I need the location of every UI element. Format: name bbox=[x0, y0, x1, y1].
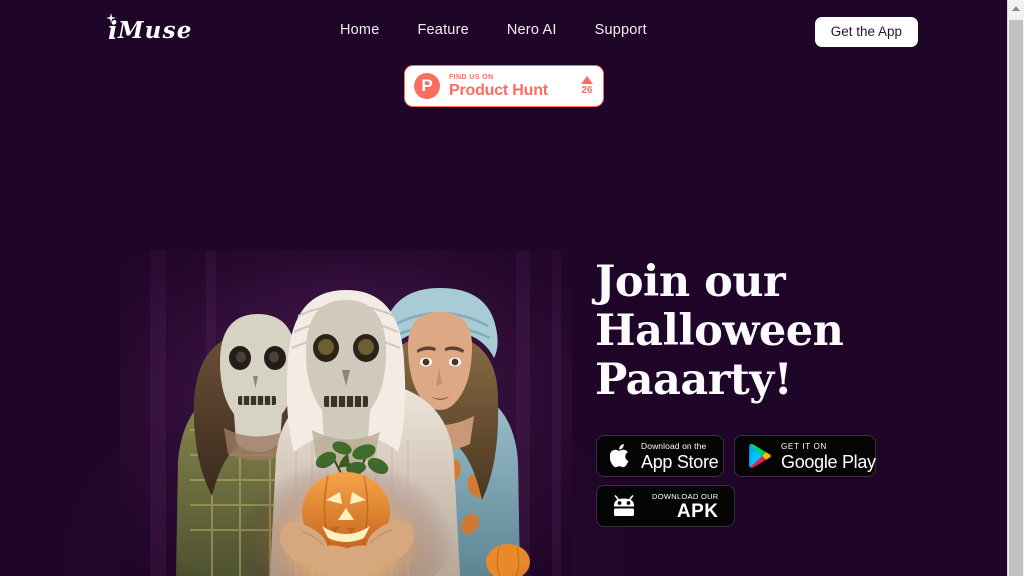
google-play-text: GET IT ON Google Play bbox=[781, 441, 876, 472]
nav-item-nero-ai[interactable]: Nero AI bbox=[507, 22, 557, 38]
page-viewport: i Muse Home Feature Nero AI Support Get … bbox=[0, 0, 1007, 576]
hero-section: Join our Halloween Paaarty! Download on … bbox=[0, 130, 1007, 576]
android-icon bbox=[610, 494, 638, 518]
google-play-kicker: GET IT ON bbox=[781, 441, 828, 451]
logo-text: Muse bbox=[118, 17, 193, 44]
top-navigation-bar: i Muse Home Feature Nero AI Support Get … bbox=[0, 0, 1007, 64]
app-store-kicker: Download on the bbox=[641, 440, 707, 451]
hero-headline: Join our Halloween Paaarty! bbox=[595, 257, 844, 405]
apk-name: APK bbox=[676, 500, 719, 522]
browser-scrollbar[interactable] bbox=[1007, 0, 1024, 576]
product-hunt-badge[interactable]: P FIND US ON Product Hunt 26 bbox=[404, 65, 604, 107]
app-store-text: Download on the App Store bbox=[641, 440, 719, 472]
product-hunt-kicker: FIND US ON bbox=[449, 73, 494, 81]
app-store-button[interactable]: Download on the App Store bbox=[596, 435, 724, 477]
google-play-name: Google Play bbox=[781, 451, 876, 472]
store-row-secondary: DOWNLOAD OUR APK bbox=[596, 485, 896, 527]
scroll-up-arrow[interactable] bbox=[1008, 0, 1024, 17]
scrollbar-thumb[interactable] bbox=[1009, 20, 1023, 576]
google-play-button[interactable]: GET IT ON Google Play bbox=[734, 435, 876, 477]
apk-kicker: DOWNLOAD OUR bbox=[652, 491, 719, 501]
site-logo[interactable]: i Muse bbox=[106, 13, 193, 47]
halloween-group-photo bbox=[120, 250, 572, 576]
google-play-icon bbox=[748, 443, 772, 469]
nav-item-home[interactable]: Home bbox=[340, 22, 379, 38]
apk-text: DOWNLOAD OUR APK bbox=[652, 491, 719, 522]
nav-links: Home Feature Nero AI Support bbox=[340, 22, 647, 38]
get-the-app-button[interactable]: Get the App bbox=[814, 17, 918, 47]
nav-item-feature[interactable]: Feature bbox=[417, 22, 468, 38]
apk-download-button[interactable]: DOWNLOAD OUR APK bbox=[596, 485, 735, 527]
sparkle-icon bbox=[106, 13, 116, 23]
product-hunt-logo-icon: P bbox=[414, 73, 440, 99]
store-row-primary: Download on the App Store GET IT ON Goog… bbox=[596, 435, 896, 477]
upvote-triangle-icon bbox=[581, 75, 593, 84]
upvote-count: 26 bbox=[581, 84, 593, 96]
app-store-name: App Store bbox=[641, 451, 719, 472]
apple-icon bbox=[610, 443, 632, 469]
nav-item-support[interactable]: Support bbox=[595, 22, 647, 38]
store-buttons: Download on the App Store GET IT ON Goog… bbox=[596, 435, 896, 535]
logo-letter-i: i bbox=[106, 13, 118, 45]
product-hunt-upvote[interactable]: 26 bbox=[581, 75, 593, 97]
product-hunt-name: Product Hunt bbox=[449, 81, 548, 99]
product-hunt-copy: FIND US ON Product Hunt bbox=[449, 73, 575, 100]
